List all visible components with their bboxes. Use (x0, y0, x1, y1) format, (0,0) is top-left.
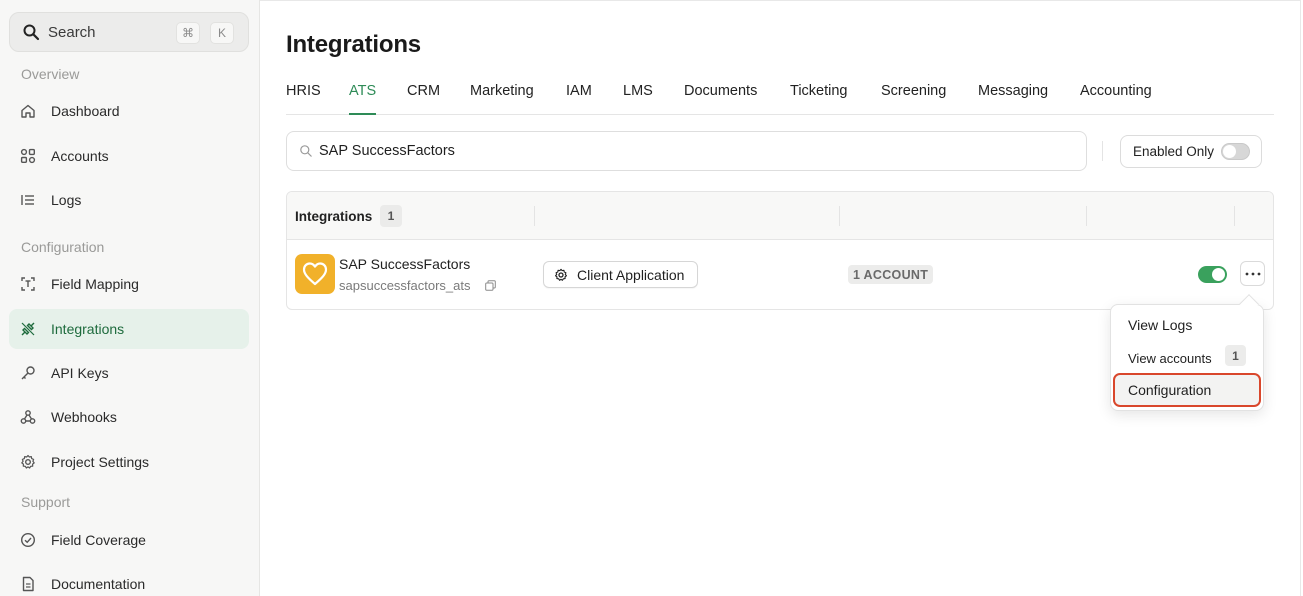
integration-slug: sapsuccessfactors_ats (339, 278, 471, 293)
sidebar-item-dashboard[interactable]: Dashboard (9, 91, 249, 131)
sidebar-item-label: Logs (51, 192, 82, 208)
integrations-table: Integrations 1 SAP SuccessFactors sapsuc… (286, 191, 1274, 310)
sidebar-item-field-coverage[interactable]: Field Coverage (9, 520, 249, 560)
menu-item-label: View Logs (1128, 317, 1193, 333)
menu-item-label: Configuration (1128, 382, 1212, 398)
ellipsis-icon (1245, 272, 1260, 275)
divider (1102, 141, 1103, 161)
more-options-button[interactable] (1240, 261, 1265, 286)
sidebar-item-logs[interactable]: Logs (9, 180, 249, 220)
sidebar-item-project-settings[interactable]: Project Settings (9, 442, 249, 482)
tab-lms[interactable]: LMS (623, 81, 653, 115)
sap-successfactors-logo (295, 254, 335, 294)
tab-iam[interactable]: IAM (566, 81, 592, 115)
tab-messaging[interactable]: Messaging (978, 81, 1048, 115)
tab-ats[interactable]: ATS (349, 81, 377, 115)
client-application-button[interactable]: Client Application (543, 261, 698, 288)
sidebar-item-accounts[interactable]: Accounts (9, 136, 249, 176)
column-header-integrations: Integrations (295, 209, 373, 224)
menu-item-configuration[interactable]: Configuration (1113, 373, 1261, 407)
section-configuration: Configuration (21, 239, 105, 255)
enabled-only-label: Enabled Only (1133, 144, 1215, 159)
enabled-only-toggle[interactable] (1221, 143, 1250, 160)
grid-icon (19, 147, 37, 165)
document-icon (19, 575, 37, 593)
category-tabs: HRIS ATS CRM Marketing IAM LMS Documents… (286, 81, 1274, 115)
tab-documents[interactable]: Documents (684, 81, 757, 115)
table-header: Integrations 1 (287, 192, 1273, 240)
integration-search-input[interactable]: SAP SuccessFactors (286, 131, 1087, 171)
shortcut-k-key: K (210, 22, 234, 44)
menu-item-label: View accounts (1128, 350, 1212, 366)
shortcut-cmd-key: ⌘ (176, 22, 200, 44)
search-icon (23, 24, 40, 41)
sidebar-item-label: Accounts (51, 148, 109, 164)
sidebar-item-field-mapping[interactable]: Field Mapping (9, 264, 249, 304)
column-divider (534, 206, 535, 226)
column-divider (1234, 206, 1235, 226)
heart-icon (302, 262, 328, 286)
integrations-count-badge: 1 (380, 205, 402, 227)
copy-icon[interactable] (485, 280, 496, 291)
client-application-label: Client Application (577, 266, 685, 283)
search-bar[interactable]: Search ⌘ K (9, 12, 249, 52)
key-icon (19, 364, 37, 382)
menu-item-view-accounts[interactable]: View accounts 1 (1115, 343, 1259, 373)
check-circle-icon (19, 531, 37, 549)
section-overview: Overview (21, 66, 80, 82)
sidebar-item-label: Documentation (51, 576, 146, 592)
tab-crm[interactable]: CRM (407, 81, 440, 115)
accounts-badge[interactable]: 1 ACCOUNT (848, 265, 934, 284)
main-content: Integrations HRIS ATS CRM Marketing IAM … (286, 0, 1274, 596)
sidebar-item-webhooks[interactable]: Webhooks (9, 397, 249, 437)
home-icon (19, 102, 37, 120)
plug-icon (19, 320, 37, 338)
search-value: SAP SuccessFactors (319, 143, 455, 159)
gear-icon (555, 268, 567, 281)
sidebar-item-api-keys[interactable]: API Keys (9, 353, 249, 393)
right-border (1300, 0, 1301, 596)
sidebar-item-label: Webhooks (51, 409, 117, 425)
column-divider (839, 206, 840, 226)
sidebar-item-label: API Keys (51, 365, 109, 381)
integration-name: SAP SuccessFactors (339, 256, 471, 272)
page-title: Integrations (286, 31, 421, 58)
search-icon (300, 145, 312, 157)
tab-marketing[interactable]: Marketing (470, 81, 534, 115)
sidebar: Search ⌘ K Overview Dashboard Accounts L… (0, 0, 260, 596)
row-actions-menu: View Logs View accounts 1 Configuration (1110, 304, 1264, 411)
tab-hris[interactable]: HRIS (286, 81, 321, 115)
sidebar-item-label: Field Coverage (51, 532, 146, 548)
column-divider (1086, 206, 1087, 226)
accounts-count-badge: 1 (1225, 345, 1246, 366)
sidebar-item-label: Dashboard (51, 103, 120, 119)
integration-enabled-toggle[interactable] (1198, 266, 1227, 283)
sidebar-item-label: Project Settings (51, 454, 150, 470)
sidebar-item-label: Field Mapping (51, 276, 139, 292)
gear-icon (19, 453, 37, 471)
enabled-only-filter[interactable]: Enabled Only (1120, 135, 1262, 168)
sidebar-item-label: Integrations (51, 321, 125, 337)
tab-ticketing[interactable]: Ticketing (790, 81, 847, 115)
table-row[interactable]: SAP SuccessFactors sapsuccessfactors_ats… (287, 240, 1273, 309)
webhook-icon (19, 408, 37, 426)
list-icon (19, 191, 37, 209)
section-support: Support (21, 494, 71, 510)
search-label: Search (48, 23, 96, 41)
sidebar-item-integrations[interactable]: Integrations (9, 309, 249, 349)
sidebar-item-documentation[interactable]: Documentation (9, 564, 249, 596)
tab-accounting[interactable]: Accounting (1080, 81, 1152, 115)
tab-screening[interactable]: Screening (881, 81, 946, 115)
menu-item-view-logs[interactable]: View Logs (1115, 310, 1259, 340)
mapping-icon (19, 275, 37, 293)
